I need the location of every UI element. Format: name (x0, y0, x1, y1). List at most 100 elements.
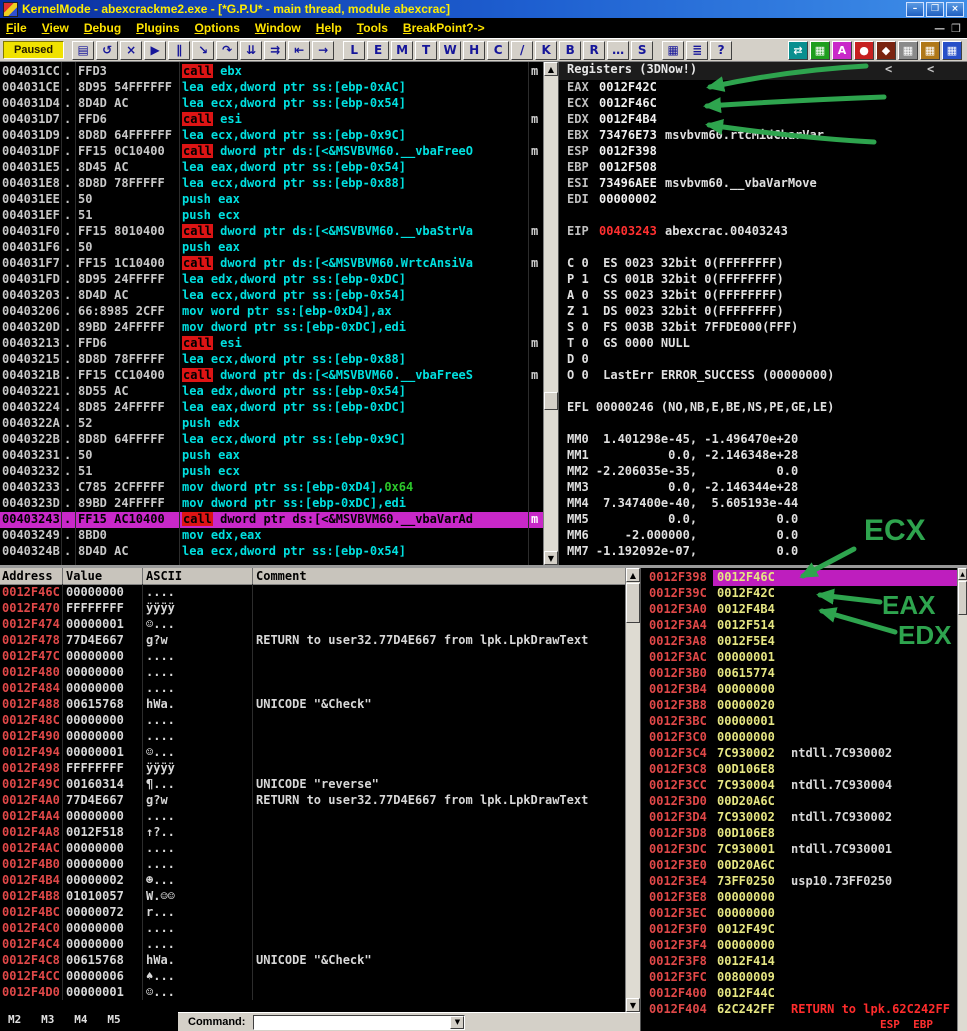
disasm-row[interactable]: 004031CC. FFD3 call ebx m (0, 64, 543, 80)
stack-row[interactable]: 0012F3D0 00D20A6C (641, 794, 957, 810)
disasm-row[interactable]: 0040324B. 8D4D AC lea ecx,dword ptr ss:[eb… (0, 544, 543, 560)
stack-scrollbar[interactable]: ▲ (957, 568, 967, 1031)
disasm-row[interactable]: 00403232. 51 push ecx (0, 464, 543, 480)
dump-row[interactable]: 0012F47C 00000000.... (0, 649, 625, 665)
toolbar-letter-R[interactable]: R (583, 40, 606, 60)
toolbar-letter-C[interactable]: C (487, 40, 510, 60)
stack-row[interactable]: 0012F3C8 00D106E8 (641, 762, 957, 778)
stack-row[interactable]: 0012F3E0 00D20A6C (641, 858, 957, 874)
stack-scroll-thumb[interactable] (958, 581, 967, 615)
stack-row[interactable]: 0012F3E8 00000000 (641, 890, 957, 906)
command-input[interactable] (255, 1015, 450, 1029)
scroll-up-icon[interactable]: ▲ (544, 62, 558, 76)
dump-row[interactable]: 0012F48C 00000000.... (0, 713, 625, 729)
disasm-row[interactable]: 004031DF. FF15 0C10400 call dword ptr ds:[… (0, 144, 543, 160)
list-button[interactable]: ≣ (686, 40, 709, 60)
dump-row[interactable]: 0012F46C 00000000.... (0, 585, 625, 601)
toolbar-letter-M[interactable]: M (391, 40, 414, 60)
toolbar-letter-H[interactable]: H (463, 40, 486, 60)
disasm-row[interactable]: 004031F0. FF15 8010400 call dword ptr ds:[… (0, 224, 543, 240)
dump-row[interactable]: 0012F498 FFFFFFFF ÿÿÿÿ (0, 761, 625, 777)
disasm-row[interactable]: 0040321B. FF15 CC10400 call dword ptr ds:[… (0, 368, 543, 384)
disassembly-pane[interactable]: 004031CC. FFD3 call ebx m 004031CE. 8D95 54FF… (0, 62, 543, 565)
red-record-button[interactable]: ● (854, 40, 874, 60)
menu-item-options[interactable]: Options (195, 21, 240, 35)
blue-grid-button[interactable]: ▦ (942, 40, 962, 60)
disasm-row[interactable]: 0040322A. 52 push edx (0, 416, 543, 432)
dump-row[interactable]: 0012F4C0 00000000.... (0, 921, 625, 937)
disasm-row[interactable]: 004031EE. 50 push eax (0, 192, 543, 208)
dropdown-arrow-icon[interactable]: ▼ (450, 1015, 465, 1029)
dump-row[interactable]: 0012F4A0 77D4E667 g?w RETURN to user32.77D4… (0, 793, 625, 809)
disasm-row[interactable]: 0040323D. 89BD 24FFFFF mov dword ptr ss:[e… (0, 496, 543, 512)
disasm-row[interactable]: 00403213. FFD6 call esi m (0, 336, 543, 352)
scroll-down-icon[interactable]: ▼ (626, 998, 640, 1012)
dump-row[interactable]: 0012F4B4 00000002 ☻... (0, 873, 625, 889)
disasm-row[interactable]: 00403233. C785 2CFFFFF mov dword ptr ss:[e… (0, 480, 543, 496)
maroon-button[interactable]: ◆ (876, 40, 896, 60)
toolbar-letter-K[interactable]: K (535, 40, 558, 60)
toolbar-letter-E[interactable]: E (367, 40, 390, 60)
disasm-row[interactable]: 00403243. FF15 AC10400 call dword ptr ds:[… (0, 512, 543, 528)
disasm-scroll-thumb[interactable] (544, 392, 558, 410)
stack-row[interactable]: 0012F3CC 7C930004 ntdll.7C930004 (641, 778, 957, 794)
registers-pane[interactable]: Registers (3DNow!) < < EAX 0012F42C ECX 001… (558, 62, 967, 565)
stack-row[interactable]: 0012F3B0 00615774 (641, 666, 957, 682)
magenta-a-button[interactable]: A (832, 40, 852, 60)
stack-row[interactable]: 0012F404 62C242FF RETURN to lpk.62C242FF (641, 1002, 957, 1018)
dump-row[interactable]: 0012F494 00000001 ☺... (0, 745, 625, 761)
stack-row[interactable]: 0012F3F0 0012F49C (641, 922, 957, 938)
dump-row[interactable]: 0012F4C8 00615768 hWa. UNICODE "&Check" (0, 953, 625, 969)
dump-scrollbar[interactable]: ▲ ▼ (625, 568, 640, 1012)
disasm-row[interactable]: 004031E5. 8D45 AC lea eax,dword ptr ss:[eb… (0, 160, 543, 176)
dump-scroll-thumb[interactable] (626, 583, 640, 623)
stack-row[interactable]: 0012F398 0012F46C (641, 570, 957, 586)
close-button[interactable]: × (946, 1, 964, 17)
disasm-row[interactable]: 0040322B. 8D8D 64FFFFF lea ecx,dword ptr s… (0, 432, 543, 448)
registers-pager-left[interactable]: < (885, 62, 892, 76)
trace-into-button[interactable]: ⇊ (240, 40, 263, 60)
disasm-row[interactable]: 004031F7. FF15 1C10400 call dword ptr ds:[… (0, 256, 543, 272)
mdi-window-button-1[interactable]: ❒ (951, 22, 961, 35)
stack-row[interactable]: 0012F3A8 0012F5E4 (641, 634, 957, 650)
stack-row[interactable]: 0012F3E4 73FF0250 usp10.73FF0250 (641, 874, 957, 890)
dump-row[interactable]: 0012F4C4 00000000.... (0, 937, 625, 953)
disasm-row[interactable]: 004031FD. 8D95 24FFFFF lea edx,dword ptr s… (0, 272, 543, 288)
disasm-row[interactable]: 00403206. 66:8985 2CFF mov word ptr ss:[eb… (0, 304, 543, 320)
toolbar-letter-x[interactable]: / (511, 40, 534, 60)
scroll-up-icon[interactable]: ▲ (958, 568, 967, 580)
memory-dump-pane[interactable]: Address Value ASCII Comment 0012F46C 0000000… (0, 568, 625, 1012)
step-over-button[interactable]: ↷ (216, 40, 239, 60)
disasm-row[interactable]: 00403203. 8D4D AC lea ecx,dword ptr ss:[eb… (0, 288, 543, 304)
toolbar-letter-W[interactable]: W (439, 40, 462, 60)
stack-row[interactable]: 0012F3FC 00800009 (641, 970, 957, 986)
menu-item-breakpoint[interactable]: BreakPoint?-> (403, 21, 485, 35)
dump-row[interactable]: 0012F488 00615768 hWa. UNICODE "&Check" (0, 697, 625, 713)
disasm-scrollbar[interactable]: ▲ ▼ (543, 62, 558, 565)
toolbar-letter-T[interactable]: T (415, 40, 438, 60)
disasm-row[interactable]: 004031D4. 8D4D AC lea ecx,dword ptr ss:[eb… (0, 96, 543, 112)
stack-row[interactable]: 0012F3D8 00D106E8 (641, 826, 957, 842)
menu-item-view[interactable]: View (42, 21, 69, 35)
toolbar-letter-B[interactable]: B (559, 40, 582, 60)
menu-item-plugins[interactable]: Plugins (136, 21, 179, 35)
minimize-button[interactable]: – (906, 1, 924, 17)
menu-item-window[interactable]: Window (255, 21, 301, 35)
disasm-row[interactable]: 004031D7. FFD6 call esi m (0, 112, 543, 128)
stack-row[interactable]: 0012F39C 0012F42C (641, 586, 957, 602)
stack-row[interactable]: 0012F400 0012F44C (641, 986, 957, 1002)
dump-row[interactable]: 0012F490 00000000.... (0, 729, 625, 745)
dump-row[interactable]: 0012F4A4 00000000.... (0, 809, 625, 825)
disasm-row[interactable]: 0040320D. 89BD 24FFFFF mov dword ptr ss:[e… (0, 320, 543, 336)
disasm-row[interactable]: 004031EF. 51 push ecx (0, 208, 543, 224)
teal-swap-button[interactable]: ⇄ (788, 40, 808, 60)
stack-row[interactable]: 0012F3F8 0012F414 (641, 954, 957, 970)
amber-grid-button[interactable]: ▦ (920, 40, 940, 60)
windows-button[interactable]: ▦ (662, 40, 685, 60)
dump-row[interactable]: 0012F480 00000000.... (0, 665, 625, 681)
disasm-row[interactable]: 00403231. 50 push eax (0, 448, 543, 464)
menu-item-debug[interactable]: Debug (84, 21, 121, 35)
stack-row[interactable]: 0012F3C0 00000000 (641, 730, 957, 746)
stack-row[interactable]: 0012F3EC 00000000 (641, 906, 957, 922)
stack-row[interactable]: 0012F3A0 0012F4B4 (641, 602, 957, 618)
